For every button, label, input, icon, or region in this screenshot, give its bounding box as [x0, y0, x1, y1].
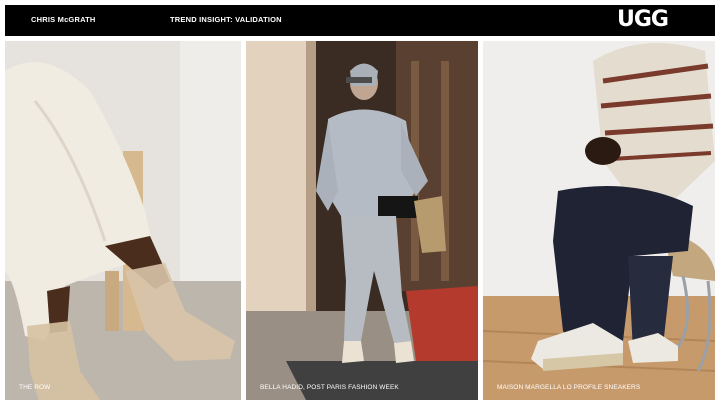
photo-panel-bella-hadid: BELLA HADID, POST PARIS FASHION WEEK [246, 41, 478, 400]
author-name: CHRIS McGRATH [31, 15, 96, 24]
slide-title: TREND INSIGHT: VALIDATION [170, 15, 282, 24]
photo-bella-hadid [246, 41, 478, 400]
photo-panel-the-row: THE ROW [5, 41, 241, 400]
photo-panel-maison-margiela: MAISON MARGELLA LO PROFILE SNEAKERS [483, 41, 715, 400]
brand-logo: UGG [617, 7, 669, 32]
caption-bella-hadid: BELLA HADID, POST PARIS FASHION WEEK [260, 384, 399, 391]
header-bar: CHRIS McGRATH TREND INSIGHT: VALIDATION … [5, 5, 715, 36]
caption-the-row: THE ROW [19, 384, 51, 391]
photo-maison-margiela [483, 41, 715, 400]
photo-the-row [5, 41, 241, 400]
caption-maison-margiela: MAISON MARGELLA LO PROFILE SNEAKERS [497, 384, 641, 391]
